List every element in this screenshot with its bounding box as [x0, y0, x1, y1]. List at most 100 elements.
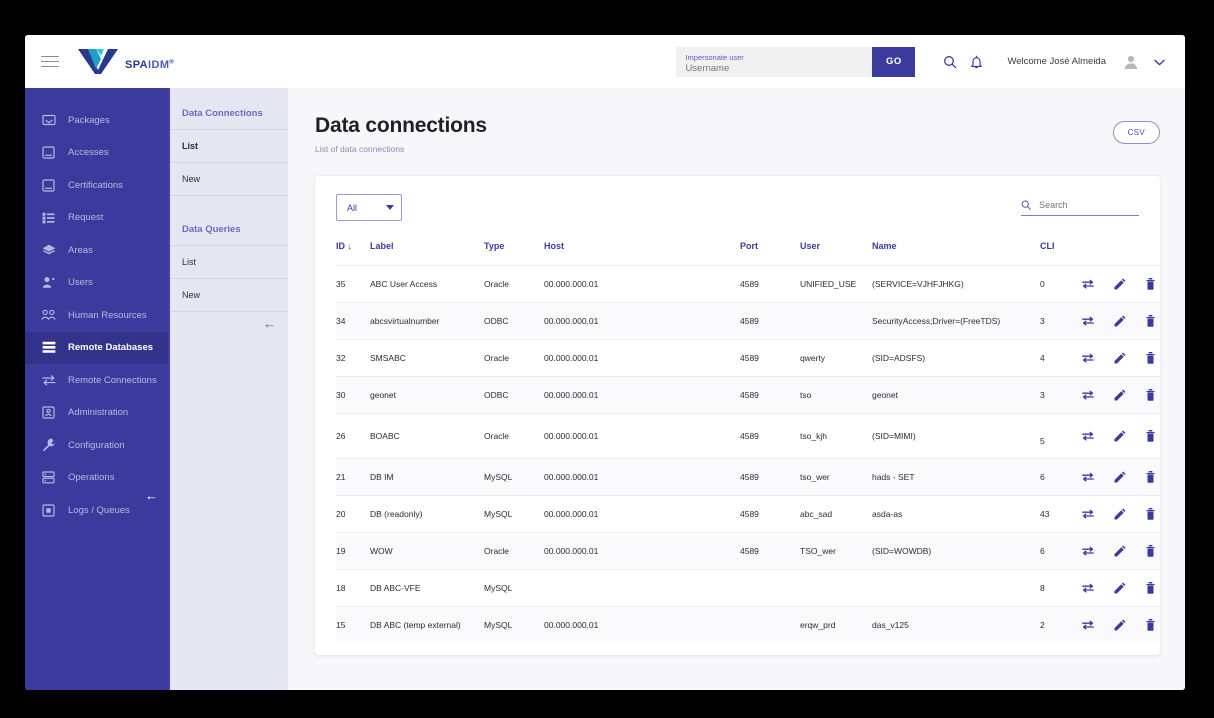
cell-user: erqw_prd: [800, 606, 872, 643]
table-search-box[interactable]: [1021, 199, 1139, 216]
column-header-label[interactable]: Label: [370, 241, 484, 266]
cell-type: Oracle: [484, 339, 544, 377]
row-action-group: [1082, 278, 1160, 290]
transfer-arrows-icon[interactable]: [1082, 431, 1094, 441]
cell-id: 34: [336, 302, 370, 340]
topbar-icon-group: Welcome José Almeida: [937, 49, 1165, 75]
table-row[interactable]: 20 DB (readonly) MySQL 00.000.000.01 4589 abc…: [336, 495, 1160, 533]
delete-trash-icon[interactable]: [1146, 315, 1155, 327]
edit-pencil-icon[interactable]: [1114, 278, 1126, 290]
transfer-arrows-icon[interactable]: [1082, 390, 1094, 400]
cell-user: tso: [800, 376, 872, 414]
edit-pencil-icon[interactable]: [1114, 430, 1126, 442]
table-row[interactable]: 35 ABC User Access Oracle 00.000.000.01 4589…: [336, 265, 1160, 303]
sidebar-item-packages[interactable]: Packages: [25, 104, 168, 137]
edit-pencil-icon[interactable]: [1114, 315, 1126, 327]
chevron-down-icon[interactable]: [1154, 53, 1165, 71]
cell-port: 4589: [740, 339, 800, 377]
app-logo[interactable]: SPAIDM®: [77, 48, 174, 75]
sidebar-item-configuration[interactable]: Configuration: [25, 429, 168, 462]
avatar-icon[interactable]: [1118, 49, 1144, 75]
cell-type: ODBC: [484, 376, 544, 414]
cell-type: Oracle: [484, 265, 544, 303]
row-action-group: [1082, 315, 1160, 327]
search-icon[interactable]: [937, 49, 963, 75]
transfer-arrows-icon[interactable]: [1082, 279, 1094, 289]
delete-trash-icon[interactable]: [1146, 352, 1155, 364]
delete-trash-icon[interactable]: [1146, 582, 1155, 594]
cell-user: tso_wer: [800, 458, 872, 496]
filter-dropdown[interactable]: All: [336, 194, 402, 221]
sidebar-item-human-resources[interactable]: Human Resources: [25, 299, 168, 332]
delete-trash-icon[interactable]: [1146, 389, 1155, 401]
sidebar-item-request[interactable]: Request: [25, 202, 168, 235]
impersonate-input[interactable]: [685, 62, 864, 75]
sidebar-item-users[interactable]: Users: [25, 267, 168, 300]
sidebar-item-areas[interactable]: Areas: [25, 234, 168, 267]
sidebar-item-remote-databases[interactable]: Remote Databases: [25, 331, 168, 364]
sidebar-item-administration[interactable]: Administration: [25, 397, 168, 430]
sidebar-item-remote-connections[interactable]: Remote Connections: [25, 364, 168, 397]
column-header-host[interactable]: Host: [544, 241, 740, 266]
delete-trash-icon[interactable]: [1146, 619, 1155, 631]
edit-pencil-icon[interactable]: [1114, 352, 1126, 364]
search-input[interactable]: [1039, 200, 1139, 210]
table-row[interactable]: 18 DB ABC-VFE MySQL 8: [336, 569, 1160, 607]
edit-pencil-icon[interactable]: [1114, 545, 1126, 557]
subnav-collapse-arrow-icon[interactable]: ←: [263, 316, 276, 331]
delete-trash-icon[interactable]: [1146, 508, 1155, 520]
notifications-icon[interactable]: [963, 49, 989, 75]
edit-pencil-icon[interactable]: [1114, 471, 1126, 483]
sidebar-item-label: Packages: [68, 114, 110, 126]
transfer-arrows-icon[interactable]: [1082, 583, 1094, 593]
cell-port: 4589: [740, 458, 800, 496]
table-row[interactable]: 19 WOW Oracle 00.000.000.01 4589 TSO_wer (SID=…: [336, 532, 1160, 570]
impersonate-go-button[interactable]: GO: [872, 46, 916, 77]
subnav-item-data-connections-new[interactable]: New: [170, 162, 288, 196]
cell-id: 15: [336, 606, 370, 643]
column-header-type[interactable]: Type: [484, 241, 544, 266]
transfer-arrows-icon[interactable]: [1082, 509, 1094, 519]
edit-pencil-icon[interactable]: [1114, 619, 1126, 631]
subnav-item-data-queries-new[interactable]: New: [170, 278, 288, 312]
search-icon: [1021, 200, 1031, 210]
table-row[interactable]: 21 DB IM MySQL 00.000.000.01 4589 tso_wer hads…: [336, 458, 1160, 496]
transfer-arrows-icon[interactable]: [1082, 316, 1094, 326]
table-pagination: Records per page : 10 1 - 10 of 23 ‹ ›: [336, 643, 1139, 655]
subnav-item-data-queries-list[interactable]: List: [170, 245, 288, 278]
hamburger-menu-icon[interactable]: [41, 52, 59, 70]
delete-trash-icon[interactable]: [1146, 471, 1155, 483]
table-row[interactable]: 30 geonet ODBC 00.000.000.01 4589 tso geonet 3: [336, 376, 1160, 414]
cell-user: TSO_wer: [800, 532, 872, 570]
column-header-name[interactable]: Name: [872, 241, 1040, 266]
delete-trash-icon[interactable]: [1146, 545, 1155, 557]
transfer-arrows-icon[interactable]: [1082, 353, 1094, 363]
transfer-arrows-icon[interactable]: [1082, 620, 1094, 630]
column-header-port[interactable]: Port: [740, 241, 800, 266]
delete-trash-icon[interactable]: [1146, 430, 1155, 442]
subnav-item-data-connections-list[interactable]: List: [170, 129, 288, 162]
column-header-user[interactable]: User: [800, 241, 872, 266]
application-window: SPAIDM® Impersonate user GO: [25, 35, 1185, 690]
sidebar-collapse-arrow-icon[interactable]: ←: [145, 488, 158, 503]
edit-pencil-icon[interactable]: [1114, 582, 1126, 594]
cell-cli: 8: [1040, 569, 1082, 607]
column-header-id[interactable]: ID ↓: [336, 241, 370, 266]
delete-trash-icon[interactable]: [1146, 278, 1155, 290]
table-row[interactable]: 15 DB ABC (temp external) MySQL 00.000.000.…: [336, 606, 1160, 643]
column-header-cli[interactable]: CLI: [1040, 241, 1082, 266]
cell-type: MySQL: [484, 606, 544, 643]
transfer-arrows-icon[interactable]: [1082, 546, 1094, 556]
impersonate-field[interactable]: Impersonate user: [676, 46, 873, 77]
table-row[interactable]: 32 SMSABC Oracle 00.000.000.01 4589 qwerty (SI…: [336, 339, 1160, 377]
sidebar-item-certifications[interactable]: Certifications: [25, 169, 168, 202]
export-csv-button[interactable]: CSV: [1112, 121, 1160, 144]
edit-pencil-icon[interactable]: [1114, 508, 1126, 520]
page-title: Data connections: [315, 114, 487, 137]
edit-pencil-icon[interactable]: [1114, 389, 1126, 401]
column-header-actions: [1082, 241, 1160, 266]
table-row[interactable]: 34 abcsvirtualnumber ODBC 00.000.000.01 4589…: [336, 302, 1160, 340]
transfer-arrows-icon[interactable]: [1082, 472, 1094, 482]
table-row[interactable]: 26 BOABC Oracle 00.000.000.01 4589 tso_kjh (SI…: [336, 413, 1160, 459]
sidebar-item-accesses[interactable]: Accesses: [25, 137, 168, 170]
